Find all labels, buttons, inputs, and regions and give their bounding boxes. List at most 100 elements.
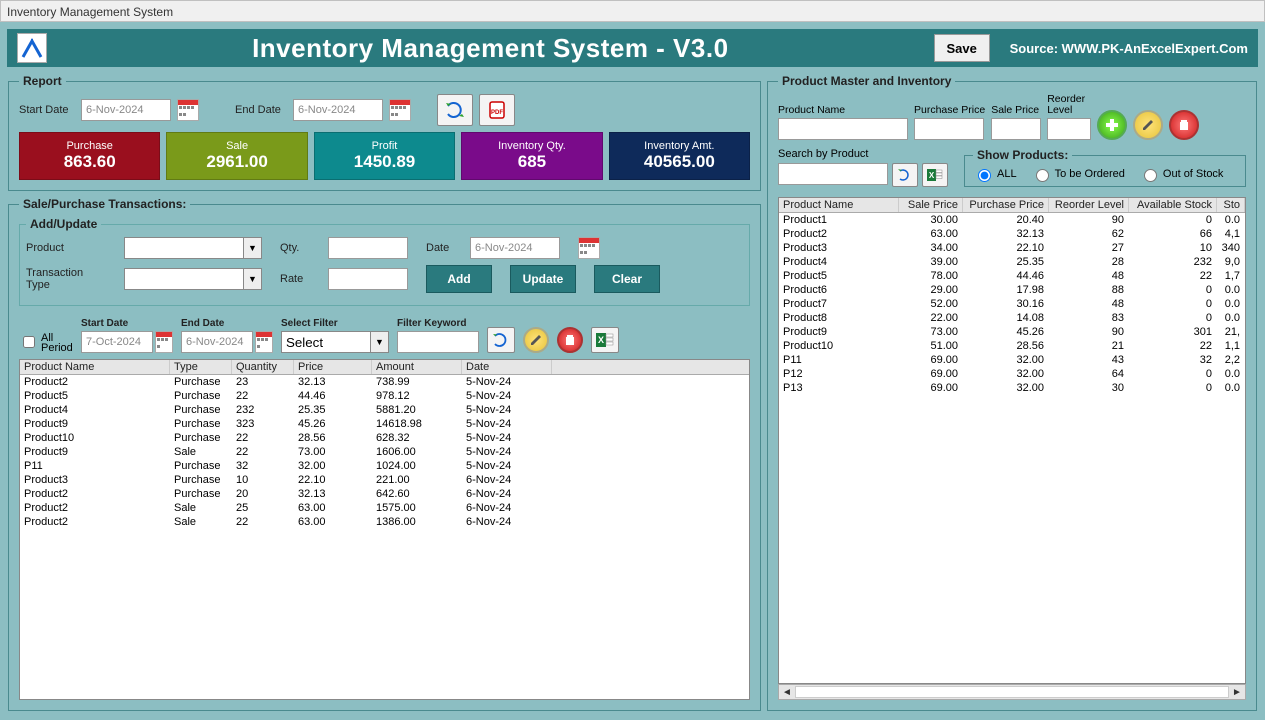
transactions-grid-header: Product Name Type Quantity Price Amount … bbox=[20, 360, 749, 375]
app-logo bbox=[17, 33, 47, 63]
excel-export-button[interactable]: X bbox=[591, 327, 619, 353]
sale-price-label: Sale Price bbox=[991, 104, 1041, 116]
product-grid-header: Product Name Sale Price Purchase Price R… bbox=[779, 198, 1245, 213]
end-date-label: End Date bbox=[235, 104, 287, 116]
report-legend: Report bbox=[19, 74, 66, 88]
calendar-icon[interactable] bbox=[255, 331, 273, 353]
sale-price-input[interactable] bbox=[991, 118, 1041, 140]
delete-transaction-button[interactable] bbox=[557, 327, 583, 353]
add-button[interactable]: Add bbox=[426, 265, 492, 293]
update-button[interactable]: Update bbox=[510, 265, 576, 293]
date-label: Date bbox=[426, 242, 452, 254]
all-period-checkbox[interactable] bbox=[23, 336, 35, 348]
all-period-label: All Period bbox=[41, 333, 73, 353]
reorder-level-input[interactable] bbox=[1047, 118, 1091, 140]
table-row[interactable]: Product2Purchase2332.13738.995-Nov-24 bbox=[20, 375, 749, 389]
search-input[interactable] bbox=[778, 163, 888, 185]
edit-product-button[interactable] bbox=[1133, 110, 1163, 140]
filter-end-date-input[interactable] bbox=[181, 331, 253, 353]
product-name-input[interactable] bbox=[778, 118, 908, 140]
table-row[interactable]: Product439.0025.35282329,0 bbox=[779, 255, 1245, 269]
filter-start-date-input[interactable] bbox=[81, 331, 153, 353]
qty-input[interactable] bbox=[328, 237, 408, 259]
product-master-fieldset: Product Master and Inventory Product Nam… bbox=[767, 74, 1257, 711]
table-row[interactable]: Product973.0045.269030121, bbox=[779, 325, 1245, 339]
table-row[interactable]: Product9Sale2273.001606.005-Nov-24 bbox=[20, 445, 749, 459]
horizontal-scrollbar[interactable]: ◄ ► bbox=[778, 684, 1246, 700]
app-title: Inventory Management System - V3.0 bbox=[252, 33, 728, 63]
report-end-date-input[interactable] bbox=[293, 99, 383, 121]
kpi-inventory-amt: Inventory Amt.40565.00 bbox=[609, 132, 750, 180]
calendar-icon[interactable] bbox=[177, 99, 199, 121]
table-row[interactable]: Product2Sale2263.001386.006-Nov-24 bbox=[20, 515, 749, 529]
rate-label: Rate bbox=[280, 273, 310, 285]
rate-input[interactable] bbox=[328, 268, 408, 290]
table-row[interactable]: Product629.0017.988800.0 bbox=[779, 283, 1245, 297]
table-row[interactable]: P1169.0032.0043322,2 bbox=[779, 353, 1245, 367]
chevron-down-icon[interactable]: ▼ bbox=[244, 268, 262, 290]
svg-text:X: X bbox=[598, 335, 604, 345]
table-row[interactable]: Product3Purchase1022.10221.006-Nov-24 bbox=[20, 473, 749, 487]
filter-keyword-input[interactable] bbox=[397, 331, 479, 353]
transactions-grid[interactable]: Product Name Type Quantity Price Amount … bbox=[19, 359, 750, 700]
qty-label: Qty. bbox=[280, 242, 310, 254]
purchase-price-input[interactable] bbox=[914, 118, 984, 140]
transactions-legend: Sale/Purchase Transactions: bbox=[19, 197, 190, 211]
table-row[interactable]: Product5Purchase2244.46978.125-Nov-24 bbox=[20, 389, 749, 403]
save-button[interactable]: Save bbox=[934, 34, 990, 62]
delete-product-button[interactable] bbox=[1169, 110, 1199, 140]
table-row[interactable]: P11Purchase3232.001024.005-Nov-24 bbox=[20, 459, 749, 473]
product-label: Product bbox=[26, 242, 106, 254]
calendar-icon[interactable] bbox=[578, 237, 600, 259]
table-row[interactable]: Product578.0044.4648221,7 bbox=[779, 269, 1245, 283]
select-filter-combo[interactable]: ▼ bbox=[281, 331, 389, 353]
product-combo[interactable]: ▼ bbox=[124, 237, 262, 259]
kpi-sale: Sale2961.00 bbox=[166, 132, 307, 180]
report-start-date-input[interactable] bbox=[81, 99, 171, 121]
transaction-date-input[interactable] bbox=[470, 237, 560, 259]
purchase-price-label: Purchase Price bbox=[914, 104, 985, 116]
table-row[interactable]: Product752.0030.164800.0 bbox=[779, 297, 1245, 311]
filter-end-date-label: End Date bbox=[181, 318, 273, 329]
table-row[interactable]: Product822.0014.088300.0 bbox=[779, 311, 1245, 325]
table-row[interactable]: Product9Purchase32345.2614618.985-Nov-24 bbox=[20, 417, 749, 431]
radio-out-of-stock[interactable]: Out of Stock bbox=[1139, 166, 1224, 182]
product-grid[interactable]: Product Name Sale Price Purchase Price R… bbox=[778, 197, 1246, 684]
table-row[interactable]: P1369.0032.003000.0 bbox=[779, 381, 1245, 395]
radio-to-be-ordered[interactable]: To be Ordered bbox=[1031, 166, 1125, 182]
radio-all[interactable]: ALL bbox=[973, 166, 1017, 182]
pdf-button[interactable]: PDF bbox=[479, 94, 515, 126]
clear-button[interactable]: Clear bbox=[594, 265, 660, 293]
transactions-fieldset: Sale/Purchase Transactions: Add/Update P… bbox=[8, 197, 761, 711]
refresh-button[interactable] bbox=[437, 94, 473, 126]
show-products-legend: Show Products: bbox=[973, 148, 1072, 162]
add-update-legend: Add/Update bbox=[26, 217, 101, 231]
calendar-icon[interactable] bbox=[389, 99, 411, 121]
table-row[interactable]: Product2Purchase2032.13642.606-Nov-24 bbox=[20, 487, 749, 501]
scroll-left-icon[interactable]: ◄ bbox=[779, 687, 795, 698]
type-combo[interactable]: ▼ bbox=[124, 268, 262, 290]
chevron-down-icon[interactable]: ▼ bbox=[371, 331, 389, 353]
table-row[interactable]: Product10Purchase2228.56628.325-Nov-24 bbox=[20, 431, 749, 445]
table-row[interactable]: Product2Sale2563.001575.006-Nov-24 bbox=[20, 501, 749, 515]
table-row[interactable]: Product263.0032.1362664,1 bbox=[779, 227, 1245, 241]
table-row[interactable]: Product1051.0028.5621221,1 bbox=[779, 339, 1245, 353]
add-product-button[interactable] bbox=[1097, 110, 1127, 140]
scroll-right-icon[interactable]: ► bbox=[1229, 687, 1245, 698]
table-row[interactable]: Product4Purchase23225.355881.205-Nov-24 bbox=[20, 403, 749, 417]
svg-text:PDF: PDF bbox=[491, 110, 503, 116]
table-row[interactable]: Product130.0020.409000.0 bbox=[779, 213, 1245, 227]
start-date-label: Start Date bbox=[19, 104, 75, 116]
window-titlebar: Inventory Management System bbox=[0, 0, 1265, 22]
calendar-icon[interactable] bbox=[155, 331, 173, 353]
edit-transaction-button[interactable] bbox=[523, 327, 549, 353]
refresh-filter-button[interactable] bbox=[487, 327, 515, 353]
search-refresh-button[interactable] bbox=[892, 163, 918, 187]
product-master-legend: Product Master and Inventory bbox=[778, 74, 955, 88]
reorder-level-label: Reorder Level bbox=[1047, 94, 1091, 116]
table-row[interactable]: Product334.0022.102710340 bbox=[779, 241, 1245, 255]
filter-start-date-label: Start Date bbox=[81, 318, 173, 329]
table-row[interactable]: P1269.0032.006400.0 bbox=[779, 367, 1245, 381]
search-excel-button[interactable]: X bbox=[922, 163, 948, 187]
chevron-down-icon[interactable]: ▼ bbox=[244, 237, 262, 259]
